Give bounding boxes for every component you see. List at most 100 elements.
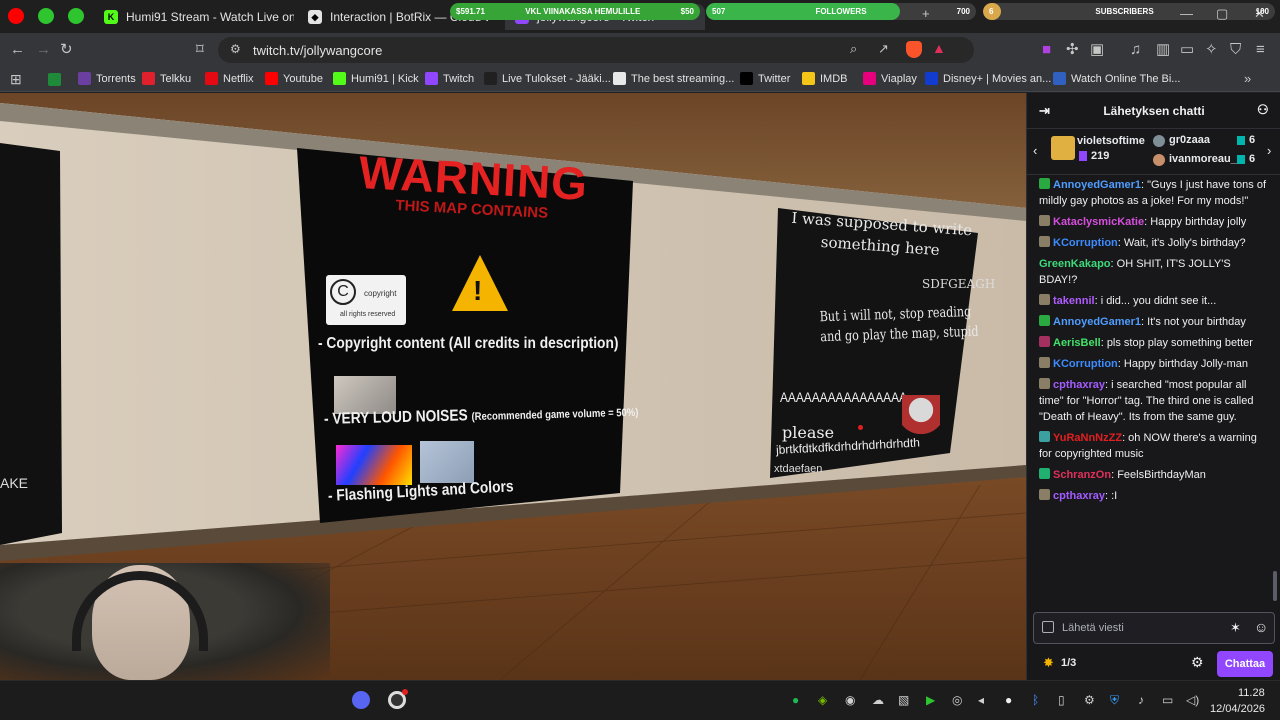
badge-icon[interactable] (1039, 489, 1050, 500)
apps-grid-icon[interactable]: ⊞ (10, 71, 22, 88)
badge-icon[interactable] (1039, 431, 1050, 442)
minimize-icon[interactable]: — (1180, 6, 1193, 21)
bookmark-7[interactable]: The best streaming... (613, 72, 734, 85)
clock-date[interactable]: 12/04/2026 (1210, 703, 1265, 715)
bookmark-0[interactable]: Torrents (78, 72, 136, 85)
badge-icon[interactable] (1039, 236, 1050, 247)
discord-tray-icon[interactable]: ◉ (845, 693, 855, 707)
media-icon[interactable]: ♫ (1130, 41, 1141, 59)
brave-shield-icon[interactable] (906, 41, 922, 58)
bookmark-9[interactable]: IMDB (802, 72, 848, 85)
chat-username[interactable]: GreenKakapo (1039, 258, 1111, 270)
bluetooth-icon[interactable]: ᛒ (1032, 693, 1039, 707)
bookmark-10[interactable]: Viaplay (863, 72, 917, 85)
leaderboard-next-icon[interactable]: › (1267, 143, 1271, 158)
bookmark-8[interactable]: Twitter (740, 72, 790, 85)
reload-icon[interactable]: ↻ (60, 41, 73, 59)
bookmark-5[interactable]: Twitch (425, 72, 474, 85)
gifter-name[interactable]: gr0zaaa (1169, 134, 1210, 146)
url-bar[interactable]: ⚙ twitch.tv/jollywangcore ⌕ ↗ ▲ (218, 37, 974, 63)
more-bookmarks-icon[interactable]: » (1244, 71, 1251, 86)
brave-rewards-icon[interactable]: ▲ (932, 40, 946, 56)
bookmark-4[interactable]: Humi91 | Kick (333, 72, 419, 85)
wallet-icon[interactable]: ▭ (1180, 41, 1194, 59)
screenshot-icon[interactable]: ▣ (1090, 41, 1104, 59)
collapse-chat-icon[interactable]: ⇥ (1039, 103, 1050, 119)
extension-icon[interactable]: ■ (1042, 41, 1051, 59)
chat-username[interactable]: cpthaxray (1053, 490, 1105, 502)
vpn-icon[interactable]: ⛉ (1230, 41, 1241, 59)
forward-icon[interactable]: → (36, 41, 51, 59)
menu-icon[interactable]: ≡ (1256, 41, 1265, 59)
spotify-icon[interactable]: ● (792, 693, 799, 707)
badge-icon[interactable] (1039, 468, 1050, 479)
bookmark-3[interactable]: Youtube (265, 72, 323, 85)
gifter-name[interactable]: violetsoftime (1077, 135, 1145, 147)
chat-input[interactable]: Lähetä viesti ✶ ☺ (1033, 612, 1275, 644)
badge-icon[interactable] (1039, 357, 1050, 368)
badge-icon[interactable] (1039, 315, 1050, 326)
bookmark-11[interactable]: Disney+ | Movies an... (925, 72, 1051, 85)
chat-scrollbar[interactable] (1273, 181, 1277, 601)
microphone-icon[interactable]: ♪ (1138, 693, 1144, 707)
maximize-icon[interactable]: ▢ (1216, 6, 1228, 22)
video-player[interactable]: AKE WARNING THIS MAP CONTAINS C copyrigh… (0, 93, 1026, 680)
zoom-icon[interactable]: ⌕ (850, 41, 857, 57)
nvidia-icon[interactable]: ◈ (818, 693, 827, 707)
usb-icon[interactable]: ▯ (1058, 693, 1065, 707)
steelseries-icon[interactable]: ◎ (952, 693, 962, 707)
steam-icon[interactable]: ⚙ (1084, 693, 1095, 707)
site-info-icon[interactable]: ⚙ (230, 42, 241, 56)
chat-username[interactable]: AnnoyedGamer1 (1053, 316, 1141, 328)
onedrive-icon[interactable]: ☁ (872, 693, 884, 707)
network-icon[interactable]: ▭ (1162, 693, 1173, 707)
channel-points-count[interactable]: 1/3 (1061, 657, 1076, 669)
tray-app-icon[interactable]: ▧ (898, 693, 909, 707)
bookmark-2[interactable]: Netflix (205, 72, 254, 85)
bookmark-6[interactable]: Live Tulokset - Jääki... (484, 72, 611, 85)
security-icon[interactable]: ⛨ (1110, 693, 1119, 707)
tab-kick[interactable]: K Humi91 Stream - Watch Live on Kick (104, 4, 294, 30)
chat-settings-icon[interactable]: ⚙ (1191, 654, 1204, 671)
extensions-puzzle-icon[interactable]: ✣ (1066, 41, 1079, 59)
play-icon[interactable] (68, 8, 84, 24)
chat-username[interactable]: AnnoyedGamer1 (1053, 179, 1141, 191)
tray-app3-icon[interactable]: ● (1005, 693, 1012, 707)
bits-icon[interactable]: ✶ (1230, 620, 1241, 636)
badge-icon[interactable] (1039, 336, 1050, 347)
chat-username[interactable]: KCorruption (1053, 237, 1118, 249)
play-tray-icon[interactable]: ▶ (926, 693, 935, 707)
bookmark-icon[interactable]: ⌑ (196, 41, 204, 59)
clock-time[interactable]: 11.28 (1238, 687, 1265, 699)
badge-icon[interactable] (1039, 378, 1050, 389)
chat-username[interactable]: AerisBell (1053, 337, 1101, 349)
chat-input-icon[interactable] (1042, 621, 1054, 633)
emote-picker-icon[interactable]: ☺ (1254, 619, 1268, 635)
chat-username[interactable]: KCorruption (1053, 358, 1118, 370)
channel-points-icon[interactable]: ✸ (1043, 655, 1054, 671)
tray-app2-icon[interactable]: ◂ (978, 693, 984, 707)
chat-send-button[interactable]: Chattaa (1217, 651, 1273, 677)
badge-icon[interactable] (1039, 178, 1050, 189)
bookmark-1[interactable]: Telkku (142, 72, 191, 85)
leo-ai-icon[interactable]: ✧ (1205, 41, 1218, 59)
volume-icon[interactable]: ◁) (1186, 693, 1199, 707)
play-icon[interactable] (38, 8, 54, 24)
sidebar-icon[interactable]: ▥ (1156, 41, 1170, 59)
bookmark-12[interactable]: Watch Online The Bi... (1053, 72, 1180, 85)
users-icon[interactable]: ⚇ (1257, 102, 1269, 118)
badge-icon[interactable] (1039, 215, 1050, 226)
new-tab-icon[interactable]: + (922, 6, 930, 21)
chat-username[interactable]: SchranzOn (1053, 469, 1111, 481)
badge-icon[interactable] (1039, 294, 1050, 305)
chat-username[interactable]: YuRaNnNzZZ (1053, 432, 1122, 444)
leaderboard-prev-icon[interactable]: ‹ (1033, 143, 1037, 158)
chat-username[interactable]: cpthaxray (1053, 379, 1105, 391)
share-icon[interactable]: ↗ (878, 41, 889, 57)
gifter-name[interactable]: ivanmoreau_ (1169, 153, 1237, 165)
discord-icon[interactable] (352, 691, 370, 709)
chat-username[interactable]: takennil (1053, 295, 1095, 307)
youtube-music-icon[interactable] (8, 8, 24, 24)
bookmark-favicon-icon[interactable] (48, 73, 61, 86)
chat-username[interactable]: KataclysmicKatie (1053, 216, 1144, 228)
